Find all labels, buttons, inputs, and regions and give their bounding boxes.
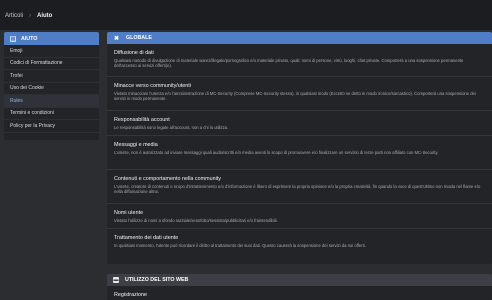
help-sidebar: ▤ AIUTO Emoji Codici di Formattazione Tr… xyxy=(4,32,99,140)
section-header: ▬ UTILIZZO DEL SITO WEB xyxy=(107,274,492,286)
book-icon: ▤ xyxy=(10,35,16,42)
rule-text: Vietato l'utilizzo di nomi a sfondo razz… xyxy=(114,218,278,223)
rule-item: Messaggi e media L'utente, non è autoriz… xyxy=(107,136,492,170)
rule-title: Registrazione xyxy=(114,292,147,298)
section-title: UTILIZZO DEL SITO WEB xyxy=(125,277,189,283)
rule-text: Le responsabilità sono legate all'accoun… xyxy=(114,125,229,130)
utilizzo-section: ▬ UTILIZZO DEL SITO WEB Registrazione xyxy=(107,274,492,300)
rule-text: Qualsiasi metodo di divulgazione di mate… xyxy=(114,58,464,69)
rule-text: In qualsiasi momento, l'utente può ricor… xyxy=(114,243,366,248)
sidebar-header: ▤ AIUTO xyxy=(4,32,99,45)
rule-item: Diffusione di dati Qualsiasi metodo di d… xyxy=(107,44,492,77)
sidebar-item-rules[interactable]: Rules xyxy=(4,95,99,108)
breadcrumb-articoli-link[interactable]: Articoli xyxy=(5,13,23,19)
x-icon: ✖ xyxy=(113,35,120,42)
breadcrumb-separator: › xyxy=(29,13,32,19)
rule-title: Trattamento dei dati utente xyxy=(114,235,179,241)
rule-item: Responsabilità account Le responsabilità… xyxy=(107,111,492,136)
rule-title: Nomi utente xyxy=(114,210,144,216)
sidebar-item-uso-cookie[interactable]: Uso dei Cookie xyxy=(4,83,99,95)
sidebar-item-trofei[interactable]: Trofei xyxy=(4,70,99,83)
globale-section: ✖ GLOBALE Diffusione di dati Qualsiasi m… xyxy=(107,32,492,264)
rule-title: Messaggi e media xyxy=(114,142,158,148)
section-title: GLOBALE xyxy=(126,35,152,41)
sidebar-title: AIUTO xyxy=(21,35,38,42)
breadcrumb-current: Aiuto xyxy=(37,13,53,19)
rule-title: Contenuti e comportamento nella communit… xyxy=(114,176,221,182)
sidebar-item-emoji[interactable]: Emoji xyxy=(4,45,99,58)
section-header: ✖ GLOBALE xyxy=(107,32,492,44)
rule-title: Minacce verso community/utenti xyxy=(114,83,191,89)
breadcrumb: Articoli › Aiuto xyxy=(5,13,52,19)
top-bar: Articoli › Aiuto xyxy=(0,0,492,30)
sidebar-item-codici-formattazione[interactable]: Codici di Formattazione xyxy=(4,58,99,70)
rule-item: Nomi utente Vietato l'utilizzo di nomi a… xyxy=(107,204,492,229)
sidebar-item-termini[interactable]: Termini e condizioni xyxy=(4,108,99,120)
rule-text: L'utente, non è autorizzato ad inviare m… xyxy=(114,150,439,155)
rule-title: Diffusione di dati xyxy=(114,50,154,56)
rule-title: Responsabilità account xyxy=(114,117,170,123)
rule-text: L'utente, creatore di contenuti e scopo … xyxy=(114,184,481,195)
window-icon: ▬ xyxy=(113,277,119,283)
rule-text: Vietato minacciare l'utenza e/o l'ammini… xyxy=(114,91,476,102)
sidebar-item-privacy[interactable]: Policy per la Privacy xyxy=(4,120,99,133)
rule-item: Minacce verso community/utenti Vietato m… xyxy=(107,77,492,111)
rule-item: Registrazione xyxy=(107,286,492,298)
rule-item: Contenuti e comportamento nella communit… xyxy=(107,170,492,204)
rule-item: Trattamento dei dati utente In qualsiasi… xyxy=(107,229,492,253)
